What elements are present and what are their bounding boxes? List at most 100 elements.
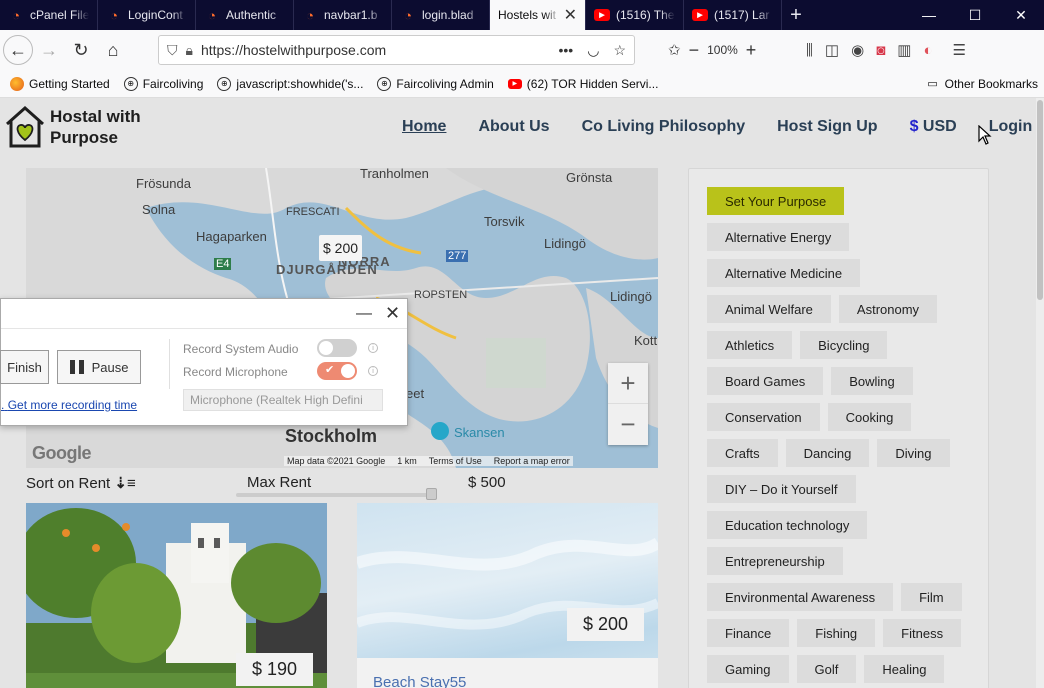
record-microphone-toggle[interactable]: ✔	[317, 362, 357, 380]
purpose-tag[interactable]: Diving	[877, 439, 950, 467]
map-zoom-in-button[interactable]: +	[608, 363, 648, 404]
purpose-tag[interactable]: DIY – Do it Yourself	[707, 475, 856, 503]
address-bar[interactable]: ⛉ 🔒︎ https://hostelwithpurpose.com ••• ◡…	[158, 35, 635, 65]
map-zoom-out-button[interactable]: −	[608, 404, 648, 445]
purpose-tag[interactable]: Alternative Medicine	[707, 259, 861, 287]
extension-icon[interactable]: ▥	[897, 41, 911, 59]
scrollbar-thumb[interactable]	[1037, 100, 1043, 300]
maximize-window-icon[interactable]: ☐	[952, 0, 998, 30]
google-logo[interactable]: Google	[32, 443, 92, 464]
bookmark-item[interactable]: ⊕ javascript:showhide('s...	[217, 76, 363, 91]
purpose-tag[interactable]: Education technology	[707, 511, 868, 539]
account-icon[interactable]: ◉	[851, 41, 864, 59]
purpose-tag[interactable]: Alternative Energy	[707, 223, 850, 251]
pocket-icon[interactable]: ◡	[587, 42, 599, 59]
info-icon[interactable]: i	[368, 366, 378, 376]
browser-tab[interactable]: ◔ navbar1.b	[294, 0, 392, 30]
bookmark-item[interactable]: Getting Started	[10, 76, 110, 91]
menu-icon[interactable]: ☰	[953, 41, 966, 59]
purpose-tag[interactable]: Entrepreneurship	[707, 547, 843, 575]
purpose-tag[interactable]: Fitness	[883, 619, 962, 647]
site-logo[interactable]: Hostal with Purpose	[4, 104, 141, 150]
purpose-tag[interactable]: Bicycling	[800, 331, 888, 359]
purpose-tag[interactable]: Conservation	[707, 403, 820, 431]
purpose-tag[interactable]: Athletics	[707, 331, 793, 359]
purpose-tag[interactable]: Board Games	[707, 367, 824, 395]
reload-icon[interactable]: ↻	[65, 34, 97, 66]
nav-co-living-philosophy[interactable]: Co Living Philosophy	[582, 118, 746, 136]
zoom-out-icon[interactable]: −	[689, 40, 700, 61]
purpose-tag[interactable]: Crafts	[707, 439, 778, 467]
map-price-marker[interactable]: $ 200	[319, 235, 363, 261]
home-icon[interactable]: ⌂	[97, 34, 129, 66]
listing-card[interactable]: $ 190	[26, 503, 327, 688]
new-tab-icon[interactable]: +	[782, 0, 810, 30]
browser-tab[interactable]: ◔ login.blad	[392, 0, 490, 30]
bookmark-star-icon[interactable]: ☆	[613, 42, 626, 59]
report-map-error-link[interactable]: Report a map error	[494, 456, 570, 466]
nav-about-us[interactable]: About Us	[478, 118, 549, 136]
purpose-tag[interactable]: Golf	[796, 655, 857, 683]
purpose-tag[interactable]: Fishing	[797, 619, 876, 647]
reading-list-icon[interactable]: ✩	[668, 41, 681, 59]
browser-tab[interactable]: ◔ cPanel File	[0, 0, 98, 30]
pause-button[interactable]: Pause	[57, 350, 141, 384]
url-text[interactable]: https://hostelwithpurpose.com	[201, 42, 386, 58]
recorder-title-bar[interactable]: — ✕	[1, 299, 407, 329]
page-actions-icon[interactable]: •••	[559, 42, 574, 59]
bookmark-item[interactable]: ▶ (62) TOR Hidden Servi...	[507, 77, 658, 91]
purpose-tag[interactable]: Astronomy	[838, 295, 938, 323]
nav-home[interactable]: Home	[402, 118, 446, 136]
sidebar-icon[interactable]: ◫	[825, 41, 839, 59]
browser-tab[interactable]: ◔ Authentic	[196, 0, 294, 30]
close-tab-icon[interactable]: ✕	[564, 5, 577, 25]
library-icon[interactable]: ⫼	[806, 42, 813, 59]
zoom-level[interactable]: 100%	[707, 43, 738, 57]
purpose-tag[interactable]: Gaming	[707, 655, 789, 683]
bookmark-item[interactable]: ⊕ Faircoliving	[123, 76, 203, 91]
zoom-in-icon[interactable]: +	[746, 40, 757, 61]
bookmark-item[interactable]: ⊕ Faircoliving Admin	[377, 76, 494, 91]
listing-title[interactable]: Beach Stay55	[373, 674, 466, 688]
house-heart-logo-icon	[6, 105, 44, 148]
purpose-tag[interactable]: Environmental Awareness	[707, 583, 894, 611]
nav-host-sign-up[interactable]: Host Sign Up	[777, 118, 877, 136]
terms-link[interactable]: Terms of Use	[429, 456, 482, 466]
back-icon[interactable]: ←	[3, 35, 33, 65]
nav-currency[interactable]: $ USD	[910, 118, 957, 136]
extension-icon[interactable]: ◐	[923, 42, 932, 59]
max-rent-slider-handle[interactable]	[426, 488, 437, 500]
purpose-tag[interactable]: Healing	[864, 655, 945, 683]
map-label: ROPSTEN	[414, 289, 468, 301]
purpose-tag[interactable]: Finance	[707, 619, 790, 647]
pocket-extension-icon[interactable]: ◙	[876, 42, 885, 59]
mouse-cursor-icon	[978, 125, 992, 145]
browser-tab[interactable]: ▶ (1516) The	[586, 0, 684, 30]
minimize-window-icon[interactable]: —	[906, 0, 952, 30]
max-rent-slider[interactable]	[236, 493, 436, 497]
microphone-device-select[interactable]: Microphone (Realtek High Defini	[183, 389, 383, 411]
listing-card[interactable]: $ 200 Beach Stay55	[357, 503, 658, 688]
record-system-audio-toggle[interactable]	[317, 339, 357, 357]
purpose-tag[interactable]: Dancing	[785, 439, 870, 467]
purpose-tag[interactable]: Bowling	[831, 367, 913, 395]
minimize-icon[interactable]: —	[356, 305, 372, 323]
browser-tab-active[interactable]: Hostels wit ✕	[490, 0, 586, 30]
close-icon[interactable]: ✕	[385, 303, 400, 324]
purpose-tag[interactable]: Film	[901, 583, 962, 611]
forward-icon[interactable]: →	[33, 34, 65, 66]
other-bookmarks[interactable]: ▭ Other Bookmarks	[926, 77, 1038, 91]
finish-button[interactable]: Finish	[0, 350, 49, 384]
purpose-tag[interactable]: Cooking	[827, 403, 912, 431]
shield-icon[interactable]: ⛉	[167, 42, 178, 59]
browser-tab[interactable]: ◔ LoginCont	[98, 0, 196, 30]
nav-login[interactable]: Login	[989, 118, 1033, 136]
sort-on-rent-button[interactable]: Sort on Rent ⇣≡	[26, 474, 136, 492]
set-your-purpose-button[interactable]: Set Your Purpose	[707, 187, 845, 215]
browser-tab[interactable]: ▶ (1517) Lar	[684, 0, 782, 30]
get-more-recording-time-link[interactable]: . Get more recording time	[1, 398, 137, 412]
page-scrollbar[interactable]	[1036, 98, 1044, 688]
close-window-icon[interactable]: ✕	[998, 0, 1044, 30]
info-icon[interactable]: i	[368, 343, 378, 353]
purpose-tag[interactable]: Animal Welfare	[707, 295, 831, 323]
